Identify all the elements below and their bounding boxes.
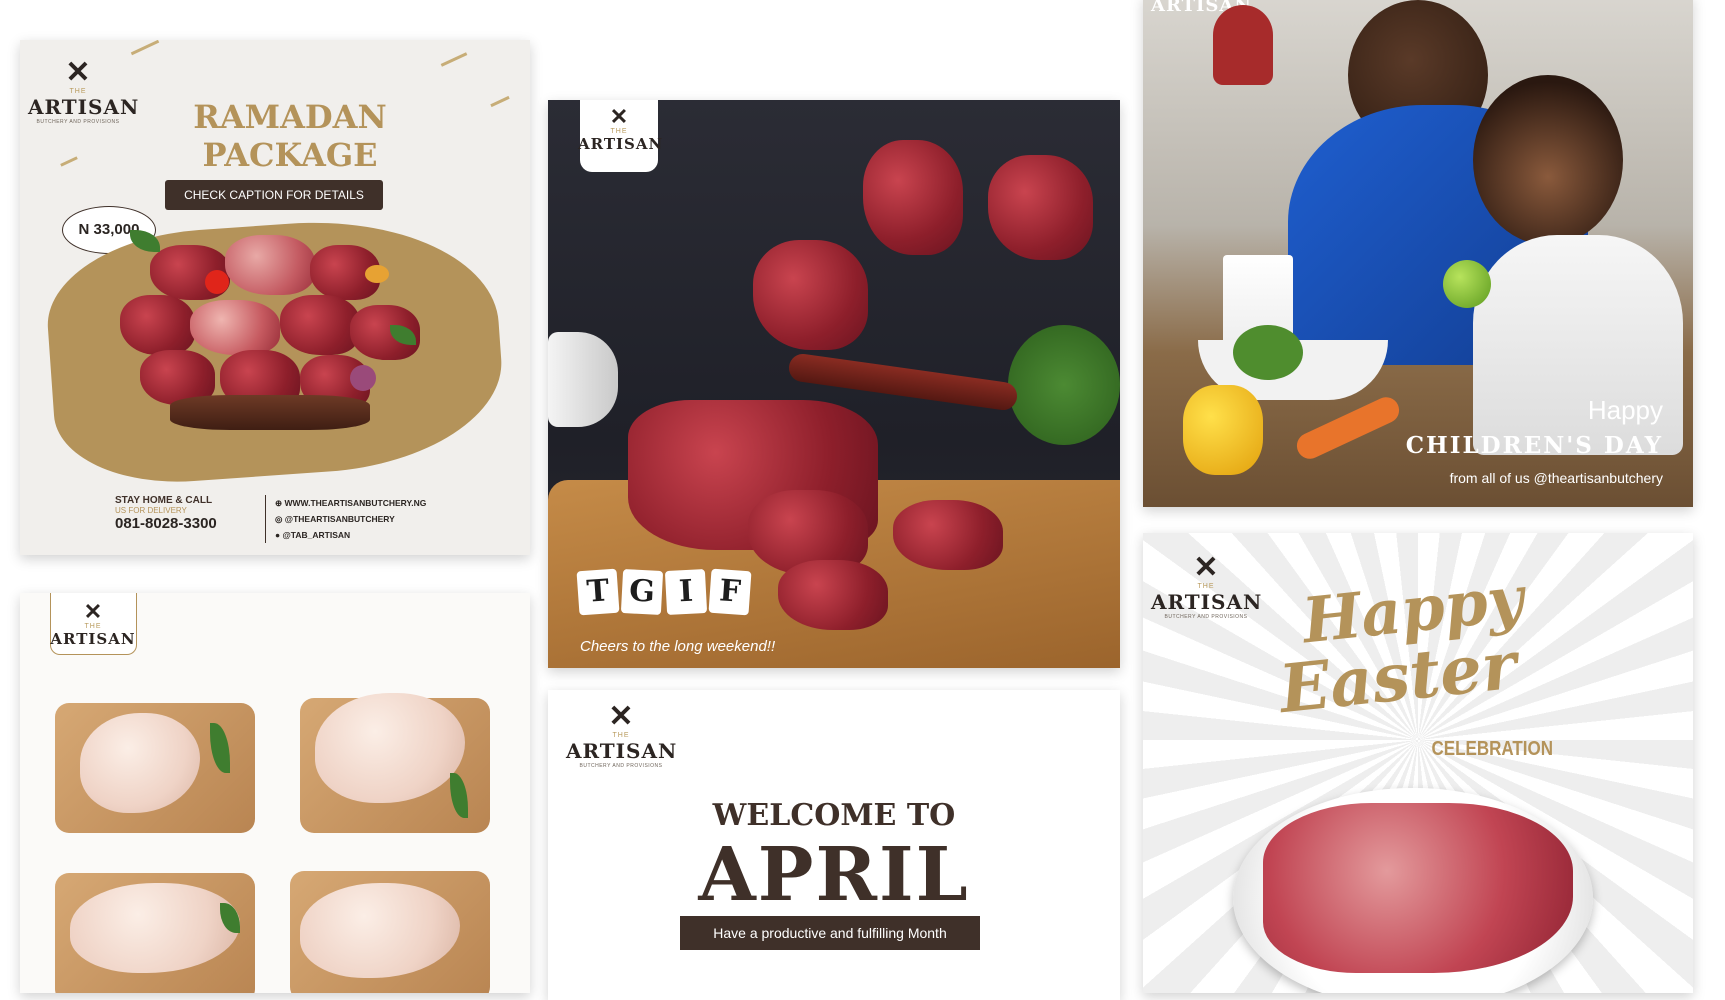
check-caption-button[interactable]: CHECK CAPTION FOR DETAILS <box>165 180 383 210</box>
artisan-logo: ✕ THE ARTISAN BUTCHERY AND PROVISIONS <box>28 56 140 126</box>
cleaver-icon: ✕ <box>608 700 634 733</box>
oven-mitt <box>1213 5 1273 85</box>
artisan-logo: ✕ THE ARTISAN <box>48 599 138 649</box>
website-text: WWW.THEARTISANBUTCHERY.NG <box>284 498 427 508</box>
child-head <box>1473 75 1623 245</box>
logo-tagline: BUTCHERY AND PROVISIONS <box>1164 614 1248 620</box>
instagram-link[interactable]: ◎ @THEARTISANBUTCHERY <box>275 511 525 527</box>
tgif-letter: I <box>664 568 708 616</box>
logo-tagline: BUTCHERY AND PROVISIONS <box>579 763 663 769</box>
title-line2: PACKAGE <box>202 136 378 174</box>
parsley <box>1008 325 1120 445</box>
logo-the: THE <box>610 128 628 135</box>
flying-beef-chunk <box>988 155 1093 260</box>
logo-name: ARTISAN <box>50 630 136 648</box>
tgif-post[interactable]: ✕ THE ARTISAN T G I F Cheers to the long… <box>548 100 1120 668</box>
logo-the: THE <box>612 732 630 739</box>
artisan-logo: ✕ THE ARTISAN <box>578 104 664 154</box>
tgif-letter: F <box>708 568 752 616</box>
confetti-decoration <box>130 40 160 56</box>
twitter-icon: ● <box>275 530 281 540</box>
logo-the: THE <box>84 623 102 630</box>
meat-grinder <box>548 332 618 427</box>
stay-home-text: STAY HOME & CALL <box>115 495 213 506</box>
footer-divider <box>265 495 266 543</box>
happy-easter-post[interactable]: ✕ THE ARTISAN BUTCHERY AND PROVISIONS Ha… <box>1143 533 1693 993</box>
childrens-day-post[interactable]: ARTISAN Happy CHILDREN'S DAY from all of… <box>1143 0 1693 507</box>
confetti-decoration <box>490 95 510 108</box>
logo-the: THE <box>1197 583 1215 590</box>
twitter-link[interactable]: ● @TAB_ARTISAN <box>275 527 525 543</box>
instagram-icon: ◎ <box>275 514 283 524</box>
flying-beef-chunk <box>753 240 868 350</box>
beef-chunk <box>778 560 888 630</box>
globe-icon: ⊕ <box>275 498 283 508</box>
logo-name: ARTISAN <box>578 135 664 153</box>
welcome-heading: WELCOME TO <box>712 798 956 833</box>
childrens-day-line2: CHILDREN'S DAY <box>1405 432 1663 459</box>
cleaver-icon: ✕ <box>609 104 629 129</box>
website-link[interactable]: ⊕ WWW.THEARTISANBUTCHERY.NG <box>275 495 525 511</box>
delivery-info: STAY HOME & CALL US FOR DELIVERY 081-802… <box>115 495 265 532</box>
confetti-decoration <box>440 52 468 67</box>
confetti-decoration <box>60 156 78 167</box>
tgif-letters: T G I F <box>576 568 752 616</box>
beef-chunk <box>893 500 1003 570</box>
pork-slices <box>1263 803 1573 973</box>
flying-beef-chunk <box>863 140 963 255</box>
tgif-letter: G <box>620 568 664 616</box>
instagram-text: @THEARTISANBUTCHERY <box>284 514 395 524</box>
artisan-logo: ✕ THE ARTISAN BUTCHERY AND PROVISIONS <box>1151 551 1263 621</box>
green-apple <box>1443 260 1491 308</box>
twitter-text: @TAB_ARTISAN <box>282 530 351 540</box>
childrens-day-line3: from all of us @theartisanbutchery <box>1449 470 1663 486</box>
logo-tagline: BUTCHERY AND PROVISIONS <box>36 119 120 125</box>
broccoli <box>1233 325 1303 380</box>
welcome-april-post[interactable]: ✕ THE ARTISAN BUTCHERY AND PROVISIONS WE… <box>548 690 1120 1000</box>
us-delivery-text: US FOR DELIVERY <box>115 506 187 515</box>
meat-platter-image <box>110 225 450 455</box>
yellow-pepper <box>1183 385 1263 475</box>
logo-the: THE <box>69 88 87 95</box>
tgif-letter: T <box>576 568 620 616</box>
chicken-cuts-post[interactable]: ✕ THE ARTISAN <box>20 593 530 993</box>
ramadan-package-post[interactable]: ✕ THE ARTISAN BUTCHERY AND PROVISIONS RA… <box>20 40 530 555</box>
title-line1: RAMADAN <box>193 98 387 136</box>
childrens-day-line1: Happy <box>1587 395 1663 425</box>
artisan-logo: ✕ THE ARTISAN BUTCHERY AND PROVISIONS <box>566 700 678 770</box>
april-banner: Have a productive and fulfilling Month <box>680 916 980 950</box>
cleaver-icon: ✕ <box>83 599 103 624</box>
ramadan-title: RAMADAN PACKAGE <box>150 98 430 174</box>
cleaver-icon: ✕ <box>65 56 91 89</box>
easter-celebration: CELEBRATION <box>1431 738 1553 760</box>
tgif-subtitle: Cheers to the long weekend!! <box>580 638 776 655</box>
logo-name: ARTISAN <box>566 739 678 763</box>
cleaver-icon: ✕ <box>1193 551 1219 584</box>
phone-number[interactable]: 081-8028-3300 <box>115 515 265 532</box>
logo-name: ARTISAN <box>28 95 140 119</box>
logo-name: ARTISAN <box>1151 590 1263 614</box>
contact-links: ⊕ WWW.THEARTISANBUTCHERY.NG ◎ @THEARTISA… <box>275 495 525 543</box>
april-heading: APRIL <box>698 832 970 918</box>
